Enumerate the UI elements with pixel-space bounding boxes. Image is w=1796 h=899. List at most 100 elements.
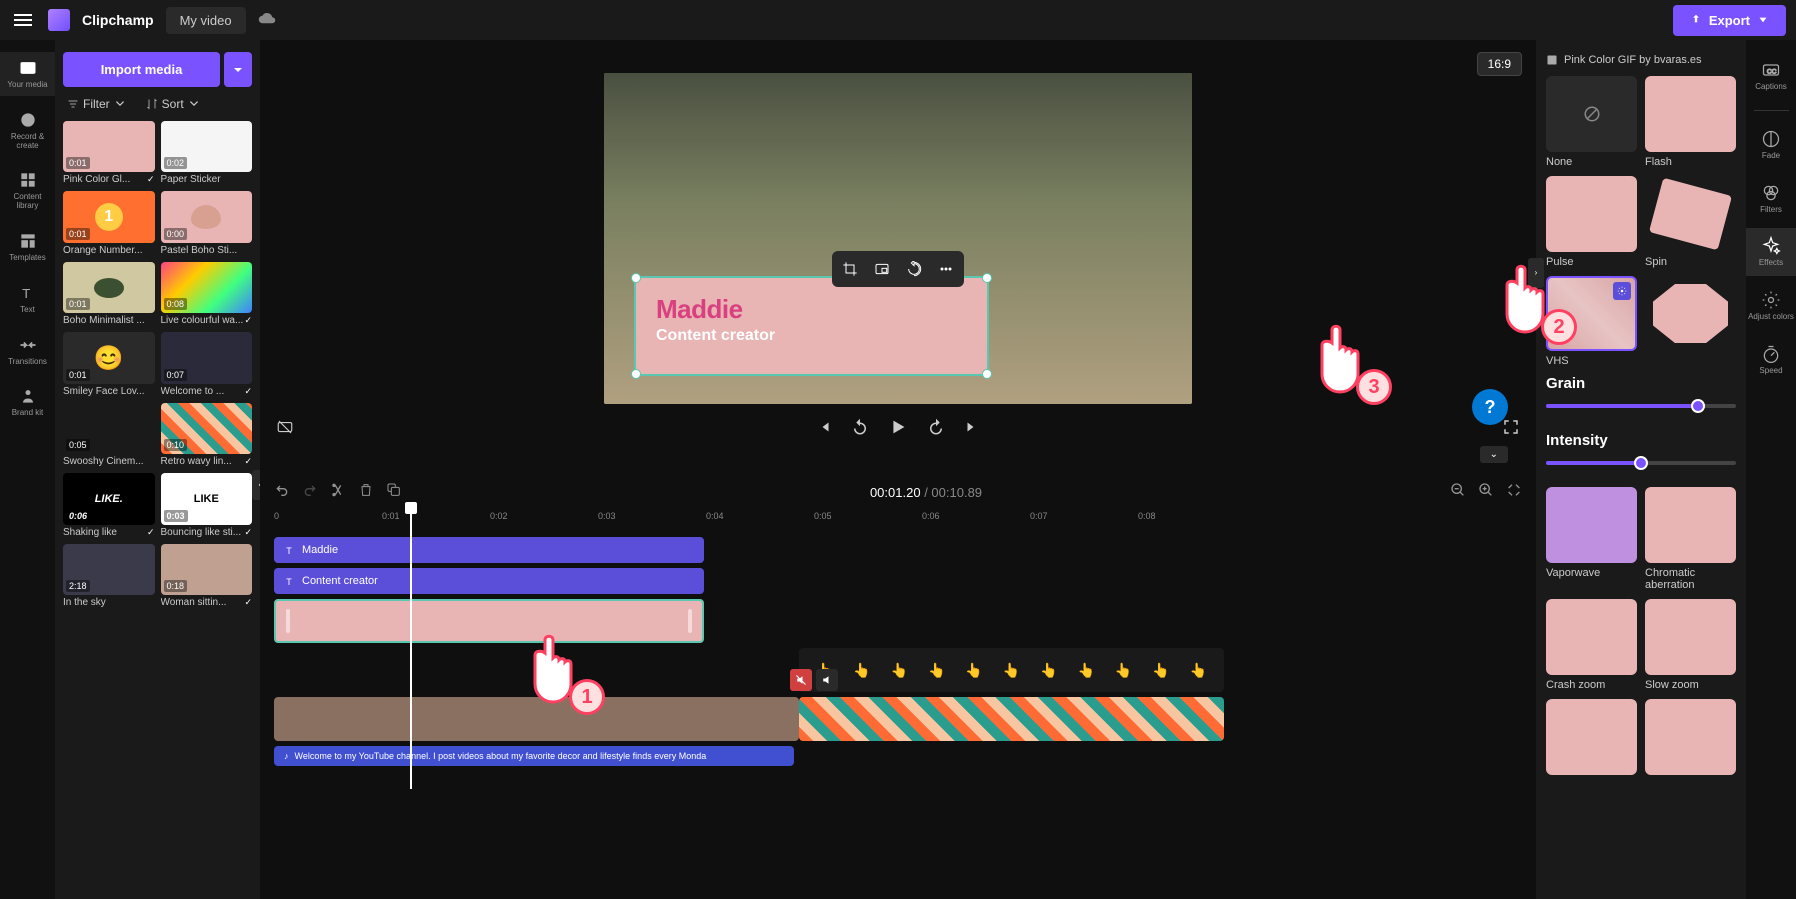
effect-chromatic[interactable]: Chromatic aberration — [1645, 487, 1736, 591]
cloud-sync-icon[interactable] — [258, 9, 276, 32]
media-item[interactable]: 0:05Swooshy Cinem... — [63, 403, 155, 467]
title-card-overlay[interactable]: Maddie Content creator — [634, 276, 989, 376]
media-item[interactable]: 0:02Paper Sticker — [161, 121, 253, 185]
delete-icon[interactable] — [358, 482, 374, 503]
media-item[interactable]: 0:18Woman sittin...✓ — [161, 544, 253, 608]
media-item[interactable]: LIKE.0:06Shaking like✓ — [63, 473, 155, 537]
caption-toggle-icon[interactable] — [276, 418, 294, 441]
wavy-clip[interactable] — [799, 697, 1224, 741]
duplicate-icon[interactable] — [386, 482, 402, 503]
intensity-slider[interactable] — [1546, 455, 1736, 471]
overlay-toolbar — [832, 251, 964, 287]
pip-icon[interactable] — [870, 257, 894, 281]
rail-speed[interactable]: Speed — [1746, 336, 1796, 384]
forward-icon[interactable] — [927, 418, 945, 441]
rail-transitions[interactable]: Transitions — [0, 329, 55, 373]
center-area: 16:9 Maddie Content creator — [260, 40, 1536, 899]
media-item[interactable]: 😊0:01Smiley Face Lov... — [63, 332, 155, 396]
fit-icon[interactable] — [1506, 482, 1522, 503]
tutorial-hand-1: 1 — [525, 625, 595, 710]
preview-area: 16:9 Maddie Content creator — [260, 40, 1536, 475]
panel-title: Pink Color GIF by bvaras.es — [1546, 50, 1736, 76]
crop-icon[interactable] — [838, 257, 862, 281]
settings-icon — [1613, 282, 1631, 300]
media-item[interactable]: 2:18In the sky — [63, 544, 155, 608]
media-item[interactable]: 0:08Live colourful wa...✓ — [161, 262, 253, 326]
detach-audio-icon[interactable] — [790, 669, 812, 691]
fullscreen-icon[interactable] — [1502, 418, 1520, 441]
media-item[interactable]: 10:01Orange Number... — [63, 191, 155, 255]
rail-templates[interactable]: Templates — [0, 225, 55, 269]
rail-content-library[interactable]: Content library — [0, 164, 55, 217]
rotate-icon[interactable] — [902, 257, 926, 281]
skip-forward-icon[interactable] — [963, 418, 981, 441]
media-panel: Import media Filter Sort 0:01Pink Color … — [55, 40, 260, 899]
import-media-button[interactable]: Import media — [63, 52, 220, 87]
rail-record[interactable]: Record & create — [0, 104, 55, 157]
preview-canvas[interactable]: Maddie Content creator — [604, 73, 1192, 404]
rail-fade[interactable]: Fade — [1746, 121, 1796, 169]
audio-track[interactable]: ♪ Welcome to my YouTube channel. I post … — [274, 746, 1536, 766]
audio-clip[interactable]: ♪ Welcome to my YouTube channel. I post … — [274, 746, 794, 766]
play-icon[interactable] — [887, 416, 909, 443]
rail-adjust-colors[interactable]: Adjust colors — [1746, 282, 1796, 330]
rewind-icon[interactable] — [851, 418, 869, 441]
menu-icon[interactable] — [10, 10, 36, 30]
aspect-ratio-button[interactable]: 16:9 — [1477, 52, 1522, 76]
intensity-label: Intensity — [1546, 432, 1736, 449]
help-button[interactable]: ? — [1472, 389, 1508, 425]
media-item[interactable]: 0:10Retro wavy lin...✓ — [161, 403, 253, 467]
effect-vaporwave[interactable]: Vaporwave — [1546, 487, 1637, 591]
zoom-out-icon[interactable] — [1450, 482, 1466, 503]
rail-filters[interactable]: Filters — [1746, 175, 1796, 223]
timecode: 00:01.20 / 00:10.89 — [870, 485, 982, 500]
rail-text[interactable]: T Text — [0, 277, 55, 321]
topbar: Clipchamp My video Export — [0, 0, 1796, 40]
effect-pulse[interactable]: Pulse — [1546, 176, 1637, 268]
effect-crash-zoom[interactable]: Crash zoom — [1546, 599, 1637, 691]
overlay-track[interactable] — [274, 599, 1536, 643]
export-button[interactable]: Export — [1673, 5, 1786, 36]
right-rail: CC Captions Fade Filters Effects Adjust … — [1746, 40, 1796, 899]
effect-slow-zoom[interactable]: Slow zoom — [1645, 599, 1736, 691]
more-icon[interactable] — [934, 257, 958, 281]
media-item[interactable]: 0:01Pink Color Gl...✓ — [63, 121, 155, 185]
effect-item[interactable] — [1645, 699, 1736, 775]
grain-slider[interactable] — [1546, 398, 1736, 414]
effect-item[interactable] — [1546, 699, 1637, 775]
effect-flash[interactable]: Flash — [1645, 76, 1736, 168]
media-item[interactable]: LIKE0:03Bouncing like sti...✓ — [161, 473, 253, 537]
effect-none[interactable]: None — [1546, 76, 1637, 168]
gif-clip-selected[interactable] — [274, 599, 704, 643]
rail-captions[interactable]: CC Captions — [1746, 52, 1796, 100]
title-text: Maddie — [656, 294, 967, 325]
text-track[interactable]: T Content creator — [274, 568, 1536, 594]
effect-spin[interactable]: Spin — [1645, 176, 1736, 268]
media-item[interactable]: 0:00Pastel Boho Sti... — [161, 191, 253, 255]
text-track[interactable]: T Maddie — [274, 537, 1536, 563]
zoom-in-icon[interactable] — [1478, 482, 1494, 503]
filter-button[interactable]: Filter — [67, 97, 126, 111]
collapse-preview-icon[interactable]: ⌄ — [1480, 446, 1508, 463]
undo-icon[interactable] — [274, 482, 290, 503]
timeline-ruler[interactable]: 0 0:01 0:02 0:03 0:04 0:05 0:06 0:07 0:0… — [274, 509, 1536, 531]
split-icon[interactable] — [330, 482, 346, 503]
overlay-track-2[interactable]: 👆👆👆👆👆👆👆👆👆👆👆 — [274, 648, 1536, 692]
skip-back-icon[interactable] — [815, 418, 833, 441]
like-clip[interactable]: 👆👆👆👆👆👆👆👆👆👆👆 — [799, 648, 1224, 692]
project-tab[interactable]: My video — [166, 7, 246, 34]
playhead[interactable] — [410, 509, 412, 789]
sort-button[interactable]: Sort — [146, 97, 200, 111]
media-item[interactable]: 0:01Boho Minimalist ... — [63, 262, 155, 326]
rail-your-media[interactable]: Your media — [0, 52, 55, 96]
media-item[interactable]: 0:07Welcome to ...✓ — [161, 332, 253, 396]
rail-brand-kit[interactable]: Brand kit — [0, 380, 55, 424]
redo-icon[interactable] — [302, 482, 318, 503]
audio-mute-icon[interactable] — [816, 669, 838, 691]
rail-effects[interactable]: Effects — [1746, 228, 1796, 276]
text-clip[interactable]: T Content creator — [274, 568, 704, 594]
video-track[interactable] — [274, 697, 1536, 741]
import-dropdown[interactable] — [224, 52, 252, 87]
effect-hex[interactable] — [1645, 276, 1736, 368]
text-clip[interactable]: T Maddie — [274, 537, 704, 563]
